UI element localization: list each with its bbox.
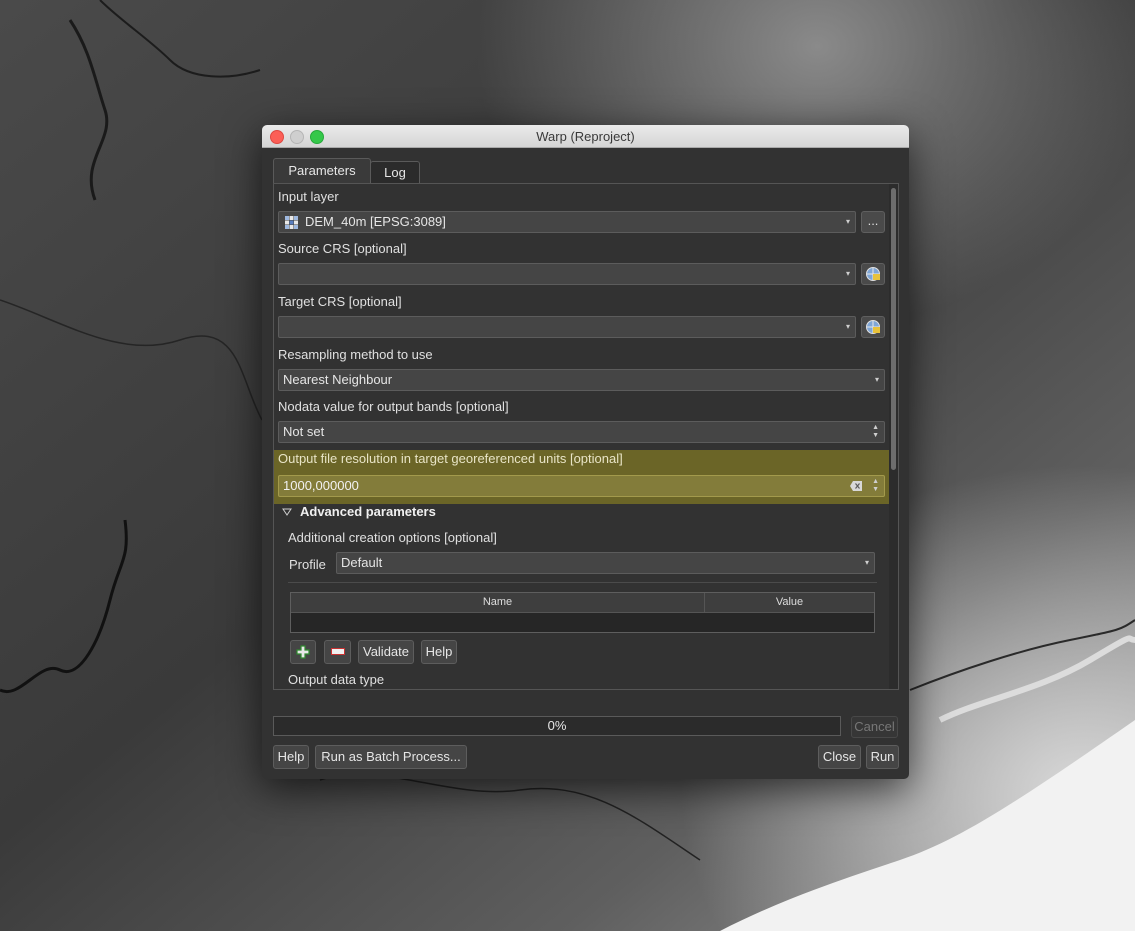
- chevron-down-icon: ▾: [845, 217, 850, 226]
- creation-options-label: Additional creation options [optional]: [288, 530, 497, 545]
- spin-arrows-icon[interactable]: ▲ ▼: [872, 478, 879, 494]
- target-crs-label: Target CRS [optional]: [278, 294, 402, 309]
- advanced-parameters-header[interactable]: Advanced parameters: [300, 504, 436, 519]
- input-layer-label: Input layer: [278, 189, 339, 204]
- run-button[interactable]: Run: [866, 745, 899, 769]
- cancel-button[interactable]: Cancel: [851, 716, 898, 738]
- close-button[interactable]: Close: [818, 745, 861, 769]
- run-batch-button[interactable]: Run as Batch Process...: [315, 745, 467, 769]
- scrollbar-thumb[interactable]: [891, 188, 896, 470]
- output-data-type-label: Output data type: [288, 672, 385, 687]
- options-help-button[interactable]: Help: [421, 640, 457, 664]
- progress-bar: 0%: [273, 716, 841, 736]
- warp-dialog: Warp (Reproject) Parameters Log Input la…: [262, 125, 909, 779]
- divider: [288, 582, 877, 583]
- parameters-panel: Input layer DEM_40m [EPSG:3089] ▾ ... So…: [273, 183, 899, 690]
- nodata-label: Nodata value for output bands [optional]: [278, 399, 509, 414]
- remove-option-button[interactable]: [324, 640, 351, 664]
- resampling-label: Resampling method to use: [278, 347, 433, 362]
- panel-scrollbar[interactable]: [889, 184, 898, 689]
- chevron-down-icon: ▾: [864, 558, 869, 567]
- select-source-crs-button[interactable]: [861, 263, 885, 285]
- nodata-value: Not set: [283, 424, 325, 439]
- input-layer-value: DEM_40m [EPSG:3089]: [305, 214, 446, 229]
- profile-combo[interactable]: Default ▾: [336, 552, 875, 574]
- plus-icon: [296, 645, 310, 659]
- chevron-down-icon: ▾: [874, 375, 879, 384]
- chevron-down-icon: ▾: [845, 322, 850, 331]
- crs-globe-icon: [866, 267, 880, 281]
- browse-input-button[interactable]: ...: [861, 211, 885, 233]
- progress-label: 0%: [547, 718, 567, 733]
- window-title: Warp (Reproject): [536, 129, 635, 144]
- column-header-name[interactable]: Name: [291, 593, 705, 613]
- profile-label: Profile: [289, 557, 326, 572]
- title-bar: Warp (Reproject): [262, 125, 909, 148]
- crs-globe-icon: [866, 320, 880, 334]
- clear-field-icon[interactable]: [850, 481, 862, 491]
- source-crs-label: Source CRS [optional]: [278, 241, 407, 256]
- resolution-input[interactable]: 1000,000000 ▲ ▼: [278, 475, 885, 497]
- resolution-label: Output file resolution in target georefe…: [278, 451, 623, 466]
- resolution-value: 1000,000000: [283, 478, 359, 493]
- resampling-value: Nearest Neighbour: [283, 372, 393, 387]
- validate-button[interactable]: Validate: [358, 640, 414, 664]
- profile-value: Default: [341, 555, 383, 570]
- minus-icon: [330, 648, 345, 655]
- column-header-value[interactable]: Value: [705, 593, 874, 613]
- help-button[interactable]: Help: [273, 745, 309, 769]
- chevron-down-icon: ▾: [845, 269, 850, 278]
- target-crs-combo[interactable]: ▾: [278, 316, 856, 338]
- source-crs-combo[interactable]: ▾: [278, 263, 856, 285]
- collapse-triangle-icon[interactable]: [282, 508, 292, 516]
- input-layer-combo[interactable]: DEM_40m [EPSG:3089] ▾: [278, 211, 856, 233]
- spin-arrows-icon[interactable]: ▲ ▼: [872, 424, 879, 440]
- tab-parameters[interactable]: Parameters: [273, 158, 371, 184]
- nodata-spinbox[interactable]: Not set ▲ ▼: [278, 421, 885, 443]
- select-target-crs-button[interactable]: [861, 316, 885, 338]
- add-option-button[interactable]: [290, 640, 316, 664]
- creation-options-table[interactable]: Name Value: [290, 592, 875, 633]
- tab-log[interactable]: Log: [370, 161, 420, 184]
- raster-layer-icon: [285, 216, 298, 229]
- resampling-combo[interactable]: Nearest Neighbour ▾: [278, 369, 885, 391]
